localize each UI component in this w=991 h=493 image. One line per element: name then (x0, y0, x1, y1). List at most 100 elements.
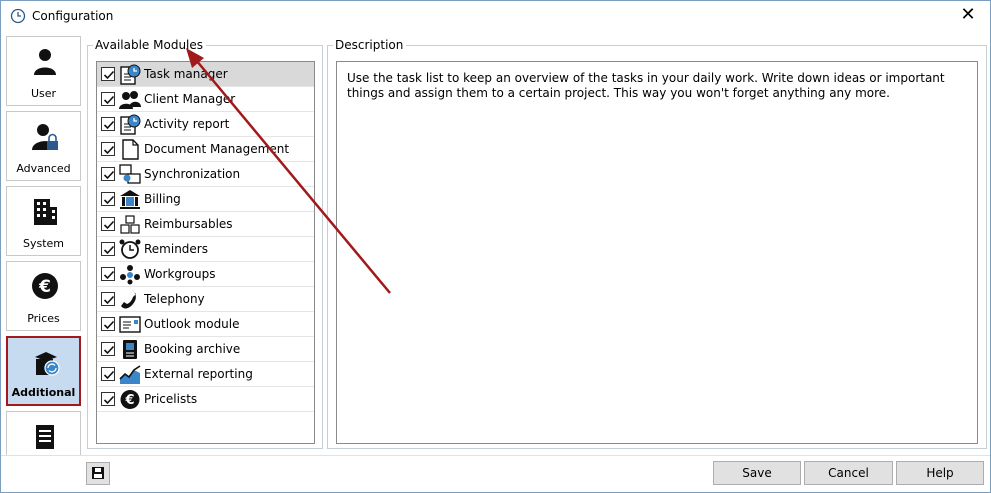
module-label: Billing (144, 192, 181, 206)
available-modules-title: Available Modules (93, 38, 207, 52)
module-label: Activity report (144, 117, 230, 131)
module-checkbox[interactable] (101, 317, 115, 331)
module-checkbox[interactable] (101, 367, 115, 381)
euro-icon: € (120, 390, 140, 409)
module-row-reimbursables[interactable]: Reimbursables (97, 212, 314, 237)
module-checkbox[interactable] (101, 342, 115, 356)
nav-item-advanced[interactable]: Advanced (6, 111, 81, 181)
module-row-external-reporting[interactable]: External reporting (97, 362, 314, 387)
nav-label: Advanced (16, 162, 71, 175)
available-modules-group: Available Modules Task manager Client Ma… (87, 38, 323, 449)
module-checkbox[interactable] (101, 217, 115, 231)
check-icon (103, 70, 115, 80)
nav-item-user[interactable]: User (6, 36, 81, 106)
bank-icon (120, 190, 140, 209)
dialog-body: User Advanced System € Prices Additional… (1, 31, 990, 492)
module-row-reminders[interactable]: Reminders (97, 237, 314, 262)
user-icon (34, 49, 56, 75)
module-row-activity-report[interactable]: Activity report (97, 112, 314, 137)
module-checkbox[interactable] (101, 192, 115, 206)
check-icon (103, 320, 115, 330)
module-row-booking-archive[interactable]: Booking archive (97, 337, 314, 362)
save-button[interactable]: Save (713, 461, 801, 485)
help-button[interactable]: Help (896, 461, 984, 485)
building-icon (34, 199, 57, 225)
check-icon (103, 120, 115, 130)
euro-icon: € (32, 273, 58, 299)
floppy-disk-icon (92, 467, 104, 479)
save-icon-button[interactable] (86, 462, 110, 485)
alarm-clock-icon (119, 239, 141, 259)
configuration-window: Configuration ✕ User Advanced System € P… (0, 0, 991, 493)
module-checkbox[interactable] (101, 267, 115, 281)
check-icon (103, 195, 115, 205)
nav-label: System (22, 237, 65, 250)
module-checkbox[interactable] (101, 117, 115, 131)
module-label: Synchronization (144, 167, 241, 181)
check-icon (103, 295, 115, 305)
printer-document-icon (36, 425, 54, 449)
check-icon (103, 395, 115, 405)
module-row-document-management[interactable]: Document Management (97, 137, 314, 162)
modules-list: Task manager Client Manager Activity rep… (96, 61, 315, 444)
module-label: Telephony (144, 292, 205, 306)
module-row-outlook-module[interactable]: Outlook module (97, 312, 314, 337)
description-title: Description (333, 38, 407, 52)
module-checkbox[interactable] (101, 67, 115, 81)
cancel-button-label: Cancel (828, 466, 869, 480)
nav-item-system[interactable]: System (6, 186, 81, 256)
button-bar: Save Cancel Help (1, 455, 990, 492)
archive-icon (123, 340, 137, 359)
check-icon (103, 220, 115, 230)
help-button-label: Help (926, 466, 954, 480)
check-icon (103, 95, 115, 105)
module-checkbox[interactable] (101, 92, 115, 106)
nav-label: Prices (27, 312, 60, 325)
module-row-billing[interactable]: Billing (97, 187, 314, 212)
outlook-icon (119, 316, 141, 333)
cancel-button[interactable]: Cancel (804, 461, 893, 485)
description-group: Description Use the task list to keep an… (327, 38, 987, 449)
module-label: Client Manager (144, 92, 236, 106)
module-row-synchronization[interactable]: Synchronization (97, 162, 314, 187)
user-lock-icon (32, 124, 58, 150)
module-checkbox[interactable] (101, 392, 115, 406)
category-nav: User Advanced System € Prices Additional (5, 36, 83, 456)
nav-item-printing[interactable] (6, 411, 81, 456)
nav-item-prices[interactable]: € Prices (6, 261, 81, 331)
module-checkbox[interactable] (101, 167, 115, 181)
module-label: Reminders (144, 242, 208, 256)
nav-label: Additional (11, 386, 76, 399)
module-row-telephony[interactable]: Telephony (97, 287, 314, 312)
module-checkbox[interactable] (101, 142, 115, 156)
workgroup-icon (120, 265, 140, 285)
module-label: Pricelists (144, 392, 198, 406)
check-icon (103, 145, 115, 155)
description-text: Use the task list to keep an overview of… (336, 61, 978, 444)
module-row-pricelists[interactable]: € Pricelists (97, 387, 314, 412)
module-label: Task manager (144, 67, 228, 81)
module-row-task-manager[interactable]: Task manager (97, 62, 314, 87)
window-title: Configuration (32, 9, 114, 23)
module-row-client-manager[interactable]: Client Manager (97, 87, 314, 112)
check-icon (103, 345, 115, 355)
close-button[interactable]: ✕ (946, 1, 990, 31)
report-clock-icon (120, 114, 141, 135)
module-row-workgroups[interactable]: Workgroups (97, 262, 314, 287)
phone-icon (121, 290, 136, 309)
check-icon (103, 245, 115, 255)
title-bar: Configuration ✕ (1, 1, 990, 31)
sync-icon (119, 164, 141, 184)
module-label: Workgroups (144, 267, 216, 281)
module-checkbox[interactable] (101, 292, 115, 306)
module-label: External reporting (144, 367, 253, 381)
boxes-icon (120, 215, 140, 234)
clock-icon (10, 8, 26, 24)
chart-icon (119, 365, 141, 384)
save-button-label: Save (742, 466, 772, 480)
module-checkbox[interactable] (101, 242, 115, 256)
svg-text:€: € (38, 277, 51, 297)
nav-label: User (30, 87, 57, 100)
document-icon (122, 139, 139, 160)
nav-item-additional[interactable]: Additional (6, 336, 81, 406)
